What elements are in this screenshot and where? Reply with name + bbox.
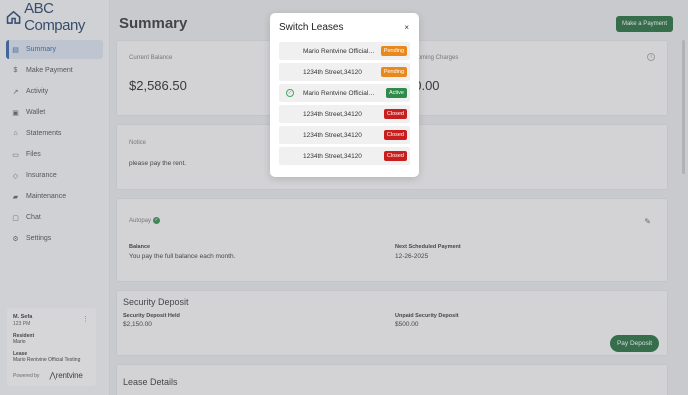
check-circle-icon: ✓ xyxy=(286,89,294,97)
status-badge: Closed xyxy=(383,151,407,161)
lease-address: 1234th Street,34120 xyxy=(303,152,362,160)
lease-address: 1234th Street,34120 xyxy=(303,131,362,139)
lease-item[interactable]: 1234th Street,34120 Pending xyxy=(279,63,410,81)
lease-address: Mario Rentvine Official Testing xyxy=(303,47,376,55)
lease-address: 1234th Street,34120 xyxy=(303,110,362,118)
lease-item[interactable]: Mario Rentvine Official Testing Pending xyxy=(279,42,410,60)
switch-leases-modal: Switch Leases × Mario Rentvine Official … xyxy=(270,13,419,177)
status-badge: Closed xyxy=(383,109,407,119)
status-badge: Pending xyxy=(380,46,407,56)
close-icon[interactable]: × xyxy=(404,23,409,32)
lease-list: Mario Rentvine Official Testing Pending … xyxy=(279,42,410,168)
status-badge: Closed xyxy=(383,130,407,140)
lease-address: Mario Rentvine Official Testing xyxy=(303,89,376,97)
lease-item[interactable]: 1234th Street,34120 Closed xyxy=(279,147,410,165)
lease-item[interactable]: 1234th Street,34120 Closed xyxy=(279,126,410,144)
status-badge: Pending xyxy=(380,67,407,77)
lease-item-selected[interactable]: ✓ Mario Rentvine Official Testing Active xyxy=(279,84,410,102)
lease-address: 1234th Street,34120 xyxy=(303,68,362,76)
status-badge: Active xyxy=(386,88,407,98)
modal-title: Switch Leases xyxy=(279,22,344,33)
lease-item[interactable]: 1234th Street,34120 Closed xyxy=(279,105,410,123)
